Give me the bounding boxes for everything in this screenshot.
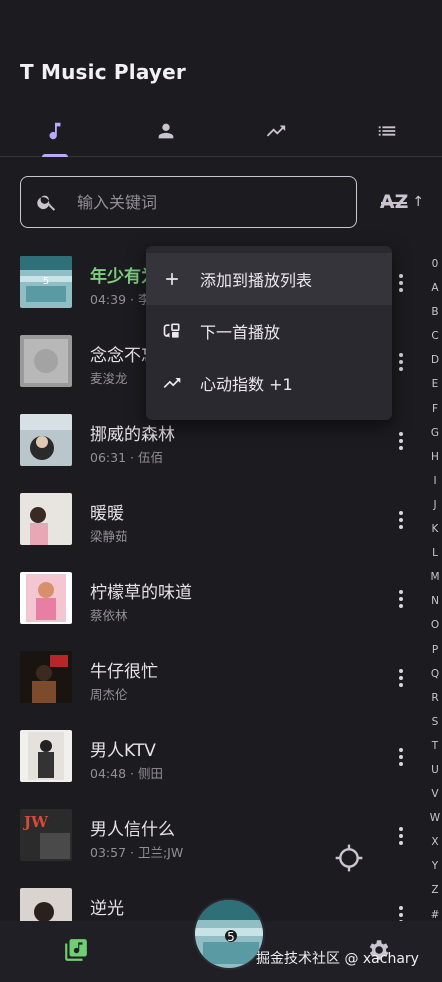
song-subtitle: 03:57 · 卫兰;JW: [90, 845, 184, 860]
song-subtitle: 梁静茹: [90, 529, 128, 544]
more-options-icon[interactable]: [390, 586, 412, 612]
trending-up-icon: [267, 125, 286, 136]
locate-current-button[interactable]: [333, 842, 365, 874]
alphabet-index-letter[interactable]: A: [431, 276, 438, 300]
song-title: 男人信什么: [90, 820, 175, 840]
album-cover: JW: [20, 809, 72, 861]
app-title: T Music Player: [20, 60, 186, 84]
alphabet-index-letter[interactable]: J: [433, 493, 436, 517]
more-options-icon[interactable]: [390, 823, 412, 849]
alphabet-index-letter[interactable]: X: [431, 830, 438, 854]
album-cover: [20, 493, 72, 545]
alphabet-index-letter[interactable]: F: [432, 397, 438, 421]
watermark: 掘金技术社区 @ xachary: [256, 951, 419, 967]
more-options-icon[interactable]: [390, 744, 412, 770]
list-icon: [378, 125, 395, 136]
tab-songs[interactable]: [0, 105, 111, 157]
tab-trending[interactable]: [221, 105, 332, 156]
more-options-icon[interactable]: [390, 507, 412, 533]
album-cover: [20, 572, 72, 624]
more-options-icon[interactable]: [390, 349, 412, 375]
alphabet-index-letter[interactable]: D: [431, 348, 439, 372]
album-cover: [20, 414, 72, 466]
alphabet-index-letter[interactable]: Q: [431, 662, 439, 686]
svg-text:5: 5: [43, 276, 49, 287]
alphabet-index[interactable]: 0 A B C D E F G H I J K L M N O P Q R S T U V W X Y Z #: [427, 252, 442, 927]
song-subtitle: 06:31 · 伍佰: [90, 450, 163, 465]
menu-item-label: 心动指数 +1: [200, 375, 293, 394]
alphabet-index-letter[interactable]: G: [431, 421, 439, 445]
svg-text:5: 5: [227, 930, 235, 944]
alphabet-index-letter[interactable]: O: [431, 613, 439, 637]
sort-button[interactable]: AZ ↑: [376, 186, 428, 218]
alphabet-index-letter[interactable]: N: [431, 589, 439, 613]
song-title: 男人KTV: [90, 741, 156, 761]
music-note-icon: [49, 122, 61, 139]
song-row[interactable]: 暖暖 梁静茹: [0, 481, 420, 560]
menu-item-like-score[interactable]: 心动指数 +1: [146, 357, 392, 409]
album-cover: [20, 335, 72, 387]
svg-text:JW: JW: [22, 813, 49, 831]
song-row[interactable]: 男人KTV 04:48 · 侧田: [0, 718, 420, 797]
alphabet-index-letter[interactable]: 0: [432, 252, 439, 276]
tab-playlists[interactable]: [332, 105, 442, 156]
alphabet-index-letter[interactable]: Y: [432, 854, 438, 878]
alphabet-index-letter[interactable]: B: [431, 300, 438, 324]
more-options-icon[interactable]: [390, 428, 412, 454]
alphabet-index-letter[interactable]: I: [433, 469, 436, 493]
now-playing-disc[interactable]: 5: [193, 898, 265, 970]
song-subtitle: 麦浚龙: [90, 371, 128, 386]
song-subtitle: 周杰伦: [90, 687, 128, 702]
song-title: 逆光: [90, 899, 124, 919]
alphabet-index-letter[interactable]: L: [432, 541, 438, 565]
menu-item-add-to-playlist[interactable]: 添加到播放列表: [146, 253, 392, 305]
album-cover: [20, 730, 72, 782]
tab-artists[interactable]: [111, 105, 222, 156]
song-title: 暖暖: [90, 504, 124, 524]
plus-icon: [146, 269, 198, 289]
queue-next-icon: [146, 321, 198, 341]
search-icon: [21, 191, 73, 213]
search-input[interactable]: [77, 192, 327, 212]
tab-selected-indicator: [42, 154, 69, 157]
song-row[interactable]: 牛仔很忙 周杰伦: [0, 639, 420, 718]
alphabet-index-letter[interactable]: R: [431, 686, 438, 710]
album-cover: [20, 651, 72, 703]
music-library-icon: [65, 939, 87, 961]
sort-label: AZ: [379, 191, 409, 213]
menu-item-label: 添加到播放列表: [200, 271, 313, 290]
crosshair-icon: [335, 844, 363, 872]
alphabet-index-letter[interactable]: K: [432, 517, 439, 541]
arrow-up-icon: ↑: [412, 194, 425, 210]
menu-item-label: 下一首播放: [200, 323, 281, 342]
more-options-icon[interactable]: [390, 270, 412, 296]
menu-item-play-next[interactable]: 下一首播放: [146, 305, 392, 357]
library-button[interactable]: [63, 937, 89, 963]
trending-up-icon: [146, 373, 198, 393]
alphabet-index-letter[interactable]: P: [432, 638, 438, 662]
person-icon: [158, 123, 174, 138]
search-field[interactable]: [20, 176, 357, 228]
tab-bar: [0, 105, 442, 157]
song-title: 牛仔很忙: [90, 662, 158, 682]
alphabet-index-letter[interactable]: S: [432, 710, 439, 734]
alphabet-index-letter[interactable]: T: [432, 734, 438, 758]
alphabet-index-letter[interactable]: U: [431, 758, 439, 782]
song-title: 柠檬草的味道: [90, 583, 192, 603]
song-context-menu: 添加到播放列表 下一首播放 心动指数 +1: [146, 246, 392, 420]
song-subtitle: 蔡依林: [90, 608, 128, 623]
alphabet-index-letter[interactable]: M: [430, 565, 439, 589]
alphabet-index-letter[interactable]: V: [431, 782, 438, 806]
song-row[interactable]: 柠檬草的味道 蔡依林: [0, 560, 420, 639]
album-cover: 5: [20, 256, 72, 308]
song-title: 挪威的森林: [90, 425, 175, 445]
alphabet-index-letter[interactable]: H: [431, 445, 439, 469]
more-options-icon[interactable]: [390, 665, 412, 691]
song-subtitle: 04:48 · 侧田: [90, 766, 163, 781]
alphabet-index-letter[interactable]: E: [432, 372, 439, 396]
alphabet-index-letter[interactable]: W: [430, 806, 440, 830]
alphabet-index-letter[interactable]: Z: [431, 878, 438, 902]
alphabet-index-letter[interactable]: C: [431, 324, 438, 348]
